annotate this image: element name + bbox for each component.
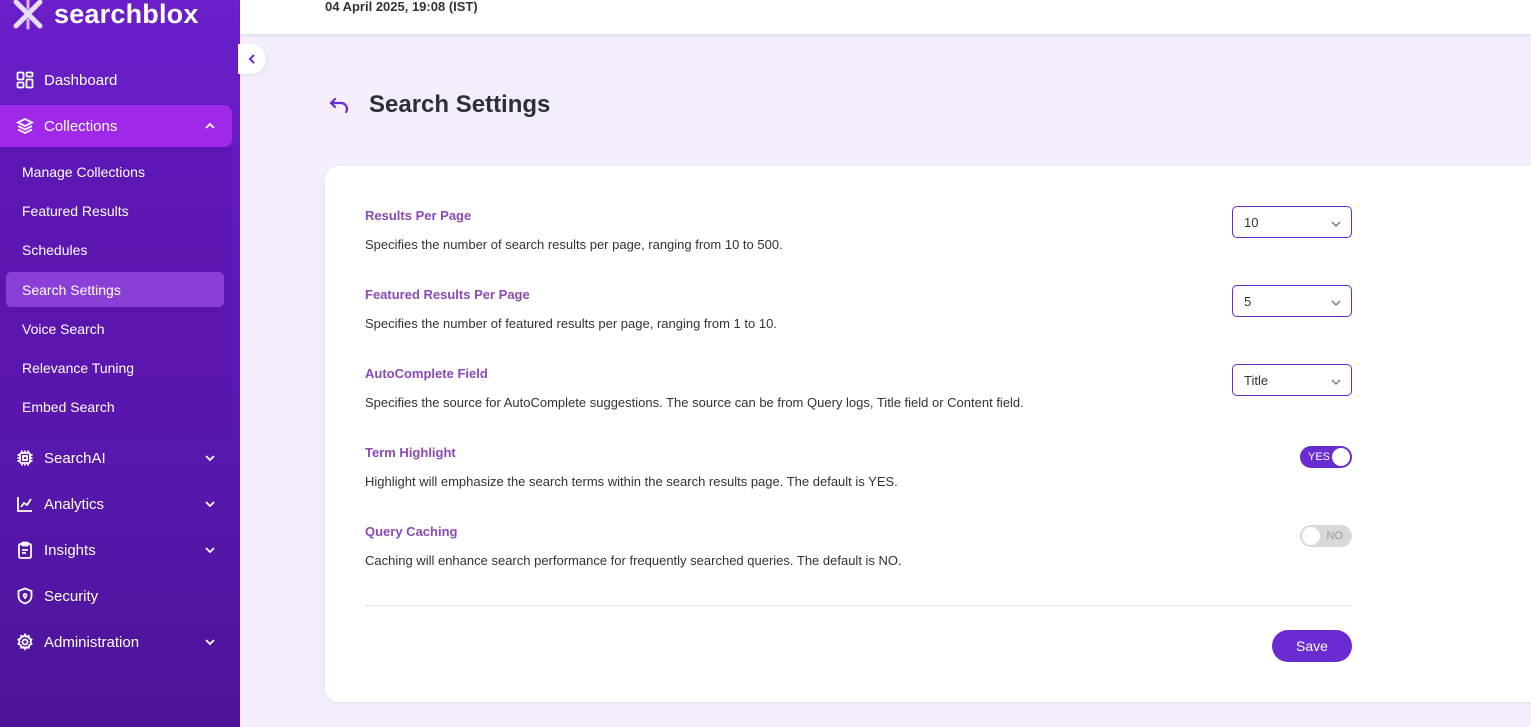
nav-administration[interactable]: Administration bbox=[0, 621, 232, 663]
topbar: 04 April 2025, 19:08 (IST) bbox=[240, 0, 1531, 34]
setting-description: Specifies the number of featured results… bbox=[365, 316, 777, 331]
chart-icon bbox=[16, 495, 34, 513]
layers-icon bbox=[16, 117, 34, 135]
setting-description: Specifies the number of search results p… bbox=[365, 237, 783, 252]
save-button[interactable]: Save bbox=[1272, 630, 1352, 662]
setting-label: AutoComplete Field bbox=[365, 366, 488, 381]
setting-label: Featured Results Per Page bbox=[365, 287, 530, 302]
setting-label: Term Highlight bbox=[365, 445, 456, 460]
settings-card: Results Per Page Specifies the number of… bbox=[325, 166, 1531, 702]
setting-description: Specifies the source for AutoComplete su… bbox=[365, 395, 1024, 410]
autocomplete-field-select[interactable]: Title bbox=[1232, 364, 1352, 396]
setting-label: Results Per Page bbox=[365, 208, 472, 223]
term-highlight-toggle[interactable]: YES bbox=[1300, 446, 1352, 468]
chevron-down-icon bbox=[1331, 375, 1341, 385]
page-header: Search Settings bbox=[328, 88, 550, 122]
nav-label: Security bbox=[44, 587, 99, 605]
select-value: 5 bbox=[1244, 293, 1252, 309]
query-caching-toggle[interactable]: NO bbox=[1300, 525, 1352, 547]
chevron-down-icon bbox=[204, 635, 216, 647]
collections-submenu: Manage Collections Featured Results Sche… bbox=[0, 147, 232, 433]
sidebar-collapse-button[interactable] bbox=[238, 44, 266, 74]
toggle-state: NO bbox=[1326, 530, 1344, 542]
setting-label: Query Caching bbox=[365, 524, 458, 539]
nav-label: Analytics bbox=[44, 495, 105, 513]
dashboard-icon bbox=[16, 71, 34, 89]
sidebar: searchblox Dashboard Collections Manage … bbox=[0, 0, 240, 727]
nav-analytics[interactable]: Analytics bbox=[0, 483, 232, 525]
setting-results-per-page: Results Per Page Specifies the number of… bbox=[365, 208, 1352, 252]
setting-description: Caching will enhance search performance … bbox=[365, 553, 902, 568]
chevron-down-icon bbox=[1331, 217, 1341, 227]
chevron-left-icon bbox=[248, 54, 255, 64]
setting-query-caching: Query Caching Caching will enhance searc… bbox=[365, 524, 1352, 568]
back-arrow-icon[interactable] bbox=[328, 93, 352, 117]
shield-icon bbox=[16, 587, 34, 605]
nav-searchai[interactable]: SearchAI bbox=[0, 437, 232, 479]
chevron-down-icon bbox=[204, 497, 216, 509]
submenu-search-settings[interactable]: Search Settings bbox=[6, 272, 224, 307]
nav-label: Collections bbox=[44, 117, 118, 135]
toggle-state: YES bbox=[1308, 451, 1331, 463]
nav-security[interactable]: Security bbox=[0, 575, 232, 617]
nav-label: Insights bbox=[44, 541, 96, 559]
select-value: 10 bbox=[1244, 214, 1259, 230]
results-per-page-select[interactable]: 10 bbox=[1232, 206, 1352, 238]
setting-autocomplete-field: AutoComplete Field Specifies the source … bbox=[365, 366, 1352, 410]
nav-label: SearchAI bbox=[44, 449, 106, 467]
submenu-manage-collections[interactable]: Manage Collections bbox=[6, 154, 224, 189]
timestamp: 04 April 2025, 19:08 (IST) bbox=[325, 0, 478, 14]
submenu-embed-search[interactable]: Embed Search bbox=[6, 389, 224, 424]
chevron-down-icon bbox=[204, 543, 216, 555]
nav-dashboard[interactable]: Dashboard bbox=[0, 59, 232, 101]
submenu-relevance-tuning[interactable]: Relevance Tuning bbox=[6, 350, 224, 385]
brand-logo[interactable]: searchblox bbox=[10, 0, 199, 32]
brand-name: searchblox bbox=[54, 0, 199, 29]
featured-results-per-page-select[interactable]: 5 bbox=[1232, 285, 1352, 317]
chevron-down-icon bbox=[1331, 296, 1341, 306]
clipboard-icon bbox=[16, 541, 34, 559]
logo-icon bbox=[10, 0, 46, 32]
nav-label: Dashboard bbox=[44, 71, 118, 89]
setting-description: Highlight will emphasize the search term… bbox=[365, 474, 898, 489]
submenu-featured-results[interactable]: Featured Results bbox=[6, 193, 224, 228]
setting-featured-results-per-page: Featured Results Per Page Specifies the … bbox=[365, 287, 1352, 331]
submenu-voice-search[interactable]: Voice Search bbox=[6, 311, 224, 346]
page-title: Search Settings bbox=[369, 91, 551, 118]
submenu-schedules[interactable]: Schedules bbox=[6, 232, 224, 267]
select-value: Title bbox=[1244, 372, 1269, 388]
divider bbox=[365, 605, 1352, 606]
chevron-down-icon bbox=[204, 451, 216, 463]
nav-collections[interactable]: Collections bbox=[0, 105, 232, 147]
gear-icon bbox=[16, 633, 34, 651]
nav-label: Administration bbox=[44, 633, 140, 651]
setting-term-highlight: Term Highlight Highlight will emphasize … bbox=[365, 445, 1352, 489]
toggle-knob bbox=[1302, 527, 1320, 545]
nav-insights[interactable]: Insights bbox=[0, 529, 232, 571]
toggle-knob bbox=[1332, 448, 1350, 466]
chevron-up-icon bbox=[204, 119, 216, 131]
chip-icon bbox=[16, 449, 34, 467]
